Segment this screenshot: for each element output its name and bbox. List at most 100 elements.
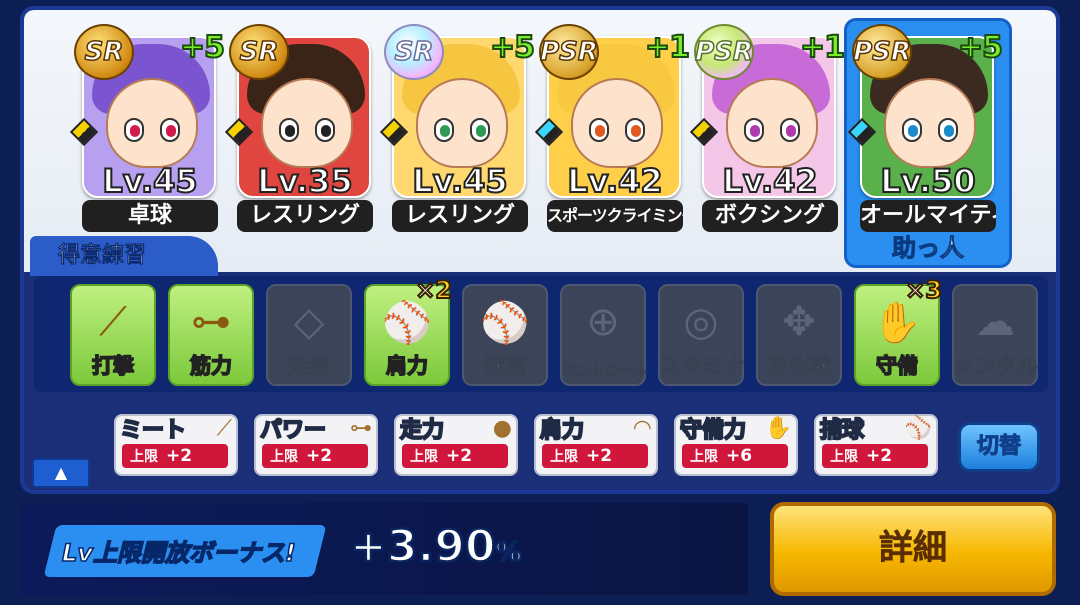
face-shape [884,78,976,168]
eye-icon [434,118,454,142]
character-card[interactable]: SR +5 Lv.45 卓球 [69,24,226,234]
bonus-plus: +1 [799,29,846,66]
stat-name: 守備力 [679,417,747,444]
cap-label: 上限 [410,449,438,465]
bonus-title: Lv上限開放ボーナス! [61,538,296,568]
card-name: レスリング [392,200,528,232]
card-level: Lv.50 [879,161,976,201]
bonus-plus: +5 [489,29,536,66]
bonus-number: 3.90 [386,520,497,574]
cap-pill: 上限 +2 [122,444,228,468]
eye-icon [279,118,299,142]
special-practice-tab: 得意練習 [30,236,218,276]
character-card[interactable]: SR +5 Lv.45 レスリング [379,24,536,234]
practice-tile: ⟋ 打撃 [70,284,156,386]
practice-label: 打撃 [91,353,135,379]
card-name: 卓球 [82,200,218,232]
multiplier-badge: ×2 [414,275,453,305]
face-shape [261,78,353,168]
dumbbell-icon: ⊶ [350,416,372,441]
switch-label: 切替 [976,434,1021,460]
face-shape [726,78,818,168]
multiplier-badge: ×3 [904,275,943,305]
bat-icon: ⟋ [216,416,232,441]
practice-tile: ⊶ 筋力 [168,284,254,386]
bonus-sign: + [349,520,388,574]
eye-icon [315,118,335,142]
tire-icon: ◎ [683,299,719,345]
switch-button[interactable]: 切替 [958,422,1040,472]
cap-value: +6 [726,446,753,466]
collapse-button[interactable]: ▲ [32,458,90,488]
rarity-badge: SR [229,24,289,80]
stat-cap-box: 走力 ● 上限 +2 [394,414,518,476]
stat-cap-row: ミート ⟋ 上限 +2 パワー ⊶ 上限 +2 走力 ● 上限 +2 肩力 ◠ 上限 +… [24,396,1056,490]
cap-value: +2 [586,446,613,466]
rarity-badge: SR [74,24,134,80]
cap-value: +2 [166,446,193,466]
card-name: ボクシング [702,200,838,232]
cap-label: 上限 [690,449,718,465]
practice-tile: ⚾ 球速 [462,284,548,386]
card-level: Lv.45 [101,161,198,201]
cap-pill: 上限 +2 [822,444,928,468]
practice-row: ⟋ 打撃 ⊶ 筋力 ◇ 走塁 ⚾ ×2 肩力 ⚾ 球速 ⊕ コントロール ◎ ス… [34,275,1048,392]
chevron-up-icon: ▲ [54,463,68,482]
character-card[interactable]: PSR +1 Lv.42 ボクシング [689,24,846,234]
character-card[interactable]: SR Lv.35 レスリング [224,24,381,234]
practice-tile: ☁ メンタル [952,284,1039,386]
cap-pill: 上限 +2 [262,444,368,468]
bonus-value: +3.90% [349,520,523,574]
practice-tile: ⊕ コントロール [560,284,648,386]
practice-label: コントロール [562,361,648,380]
cap-pill: 上限 +6 [682,444,788,468]
stat-cap-box: 守備力 ✋ 上限 +6 [674,414,798,476]
bonus-plus: +1 [644,29,691,66]
eye-icon [780,118,800,142]
dumbbell-icon: ⊶ [191,299,231,345]
practice-tile: ⚾ ×2 肩力 [364,275,453,386]
eye-icon [625,118,645,142]
face-shape [416,78,508,168]
card-area: 助っ人 SR +5 Lv.45 卓球 SR Lv.35 レスリング SR +5 … [24,10,1056,272]
practice-label: 筋力 [189,353,233,379]
card-level: Lv.42 [721,161,818,201]
card-name: レスリング [237,200,373,232]
eye-icon [124,118,144,142]
bonus-unit: % [494,537,523,570]
rarity-badge: PSR [694,24,754,80]
practice-label: 守備 [875,353,919,379]
stat-name: パワー [259,417,327,444]
catch-icon: ⚾ [904,416,932,441]
breaking-ball-icon: ✥ [782,299,816,345]
rarity-badge: SR [384,24,444,80]
card-name: スポーツクライミング [547,200,683,232]
practice-label: 球速 [484,354,527,379]
stat-name: 肩力 [539,417,585,444]
card-name: オールマイティ [860,200,996,232]
face-shape [106,78,198,168]
bat-icon: ⟋ [99,299,127,345]
base-icon: ◇ [293,299,325,345]
character-card[interactable]: PSR +5 Lv.50 オールマイティ [847,24,1004,234]
target-icon: ⊕ [586,299,620,345]
cap-value: +2 [866,446,893,466]
detail-label: 詳細 [879,528,948,569]
stat-name: ミート [119,417,187,444]
practice-label: 変化球 [767,354,831,379]
fastball-icon: ⚾ [480,299,530,346]
stat-name: 走力 [399,417,445,444]
practice-tile: ✥ 変化球 [756,284,842,386]
eye-icon [902,118,922,142]
bonus-panel: Lv上限開放ボーナス! +3.90% [20,503,748,595]
cap-pill: 上限 +2 [402,444,508,468]
mental-cloud-icon: ☁ [975,299,1015,345]
cap-label: 上限 [130,449,158,465]
bonus-plus: +5 [957,29,1004,66]
character-card[interactable]: PSR +1 Lv.42 スポーツクライミング [534,24,691,234]
card-level: Lv.45 [411,161,508,201]
face-shape [571,78,663,168]
cap-label: 上限 [270,449,298,465]
detail-button[interactable]: 詳細 [770,502,1056,596]
cap-value: +2 [306,446,333,466]
